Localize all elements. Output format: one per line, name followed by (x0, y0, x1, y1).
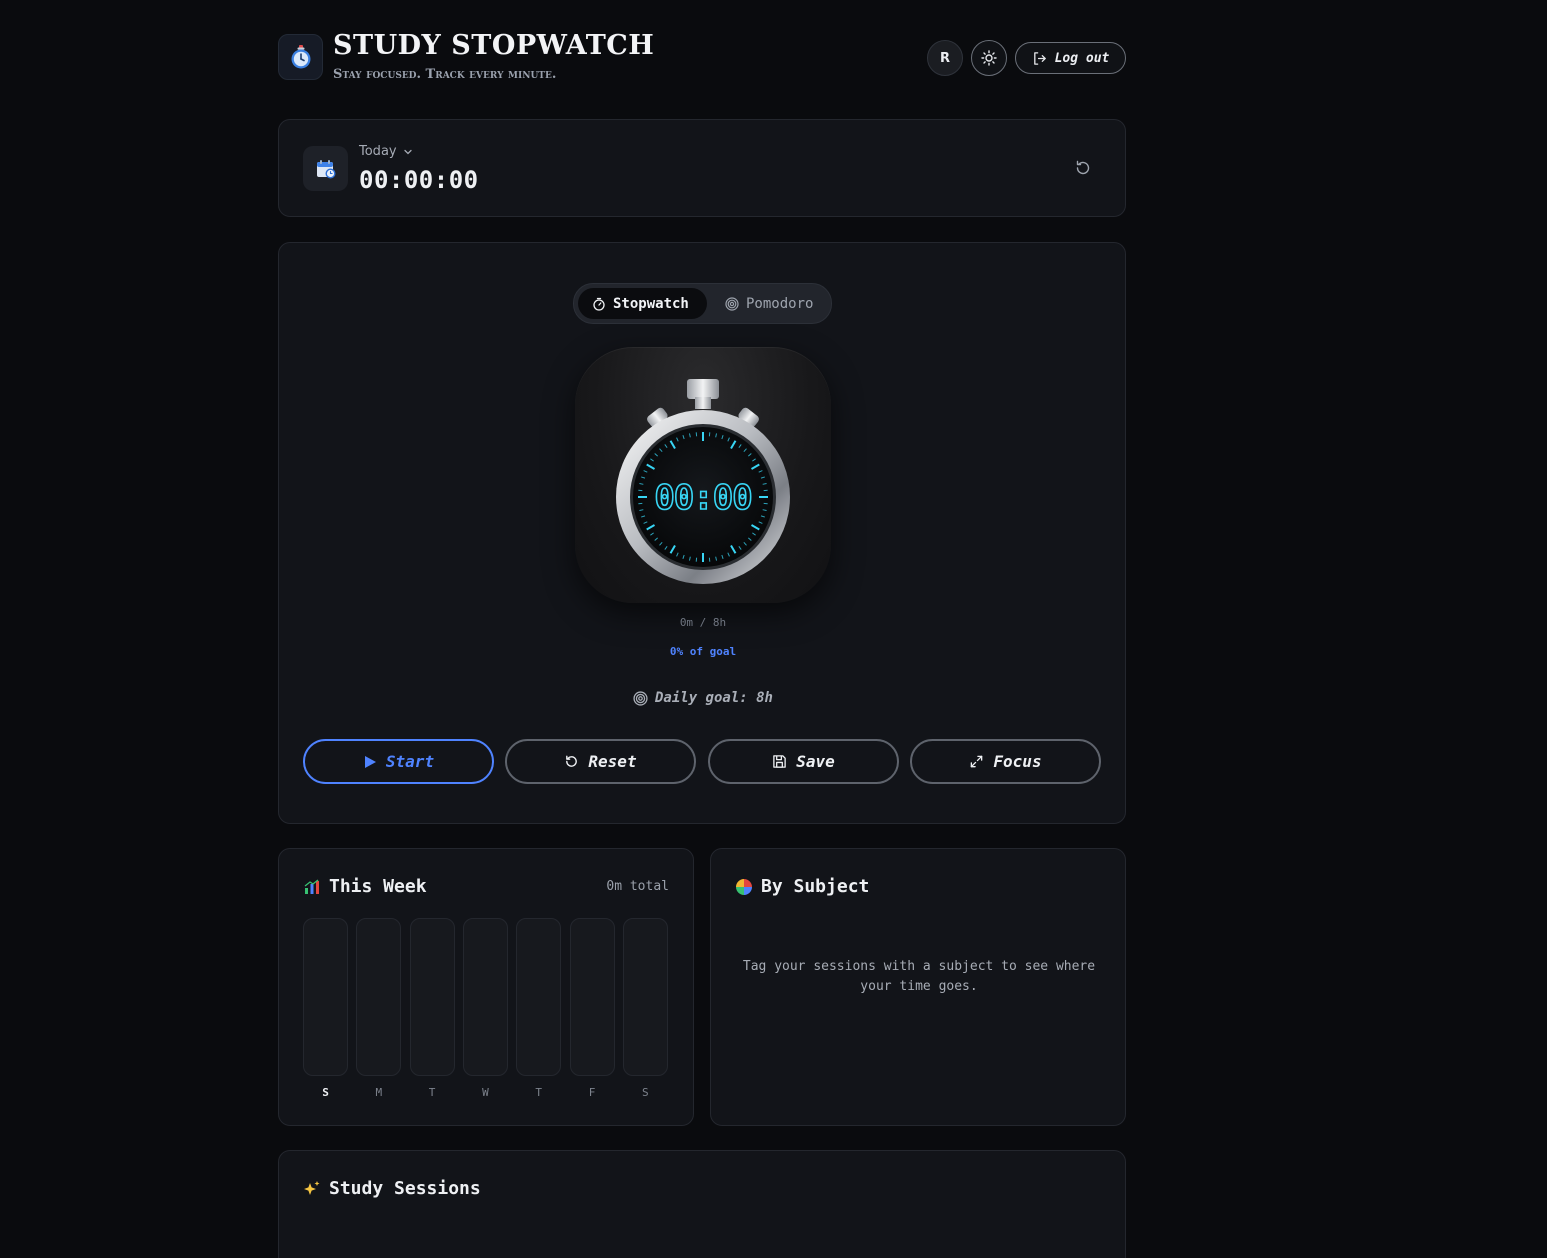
today-total-time: 00:00:00 (359, 166, 479, 194)
weekly-chart-card: This Week 0m total S M T W T F S (278, 848, 694, 1126)
bar-chart-icon (304, 878, 319, 894)
daily-goal-label: Daily goal: 8h (654, 690, 773, 706)
app-subtitle: Stay focused. Track every minute. (333, 67, 557, 82)
week-bar (516, 918, 562, 1076)
goal-progress-text: 0m / 8h (679, 616, 727, 629)
save-button[interactable]: Save (708, 739, 899, 784)
daily-goal-button[interactable]: Daily goal: 8h (279, 690, 1127, 706)
goal-percent-text: 0% of goal (669, 645, 737, 658)
reset-label: Reset (588, 752, 637, 771)
day-label: F (588, 1086, 596, 1099)
week-bar (356, 918, 402, 1076)
user-avatar[interactable]: R (927, 40, 963, 76)
sparkles-icon (304, 1180, 320, 1195)
day-label: M (375, 1086, 383, 1099)
week-bar (303, 918, 348, 1076)
week-bar (622, 918, 668, 1076)
subject-empty-message: Tag your sessions with a subject to see … (742, 959, 1096, 994)
tab-pomodoro-label: Pomodoro (746, 295, 814, 312)
stopwatch-icon (593, 297, 605, 311)
day-label: T (535, 1086, 542, 1099)
tab-stopwatch[interactable]: Stopwatch (578, 288, 707, 319)
expand-icon (971, 755, 983, 768)
tab-pomodoro[interactable]: Pomodoro (711, 288, 829, 319)
play-icon (364, 755, 376, 768)
subject-title-label: By Subject (761, 876, 870, 897)
week-title: This Week (303, 876, 427, 897)
pie-chart-icon (736, 878, 752, 895)
target-icon (633, 690, 648, 706)
refresh-icon[interactable] (1074, 159, 1092, 177)
app-header: STUDY STOPWATCH Stay focused. Track ever… (278, 30, 1126, 90)
app-title: STUDY STOPWATCH (333, 30, 655, 61)
logout-button[interactable]: Log out (1015, 42, 1126, 74)
stopwatch-digits: 00:00 (654, 478, 751, 518)
mode-toggle: Stopwatch Pomodoro (573, 283, 832, 324)
save-label: Save (796, 752, 835, 771)
focus-button[interactable]: Focus (910, 739, 1101, 784)
calendar-icon (303, 146, 348, 191)
study-sessions-card: Study Sessions (278, 1150, 1126, 1258)
subject-title: By Subject (735, 876, 869, 897)
day-label: S (641, 1086, 649, 1099)
period-label: Today (359, 144, 397, 159)
start-label: Start (385, 752, 435, 771)
sessions-title-label: Study Sessions (329, 1178, 481, 1199)
reset-icon (566, 755, 578, 767)
week-title-label: This Week (329, 876, 427, 897)
stopwatch-logo-icon (278, 34, 323, 80)
theme-toggle-button[interactable] (971, 40, 1007, 76)
stopwatch-graphic: 00:00 (616, 379, 790, 584)
week-total: 0m total (606, 879, 669, 894)
day-label: T (428, 1086, 436, 1099)
day-label: W (482, 1086, 489, 1099)
save-icon (773, 755, 787, 768)
start-button[interactable]: Start (303, 739, 494, 784)
sun-icon (981, 50, 997, 66)
logout-label: Log out (1054, 50, 1110, 66)
week-bar (409, 918, 455, 1076)
week-bar (462, 918, 508, 1076)
week-bar (569, 918, 615, 1076)
tab-stopwatch-label: Stopwatch (613, 295, 689, 312)
sessions-title: Study Sessions (303, 1178, 481, 1199)
reset-button[interactable]: Reset (505, 739, 696, 784)
timer-card: Stopwatch Pomodoro 00:00 0m / 8h 0% of g… (278, 242, 1126, 824)
day-label: S (322, 1086, 329, 1099)
focus-label: Focus (993, 752, 1042, 771)
stopwatch-dial: 00:00 (575, 347, 831, 603)
chevron-down-icon (403, 149, 412, 154)
period-selector[interactable]: Today (359, 144, 413, 159)
logout-icon (1033, 51, 1046, 65)
today-summary-card: Today 00:00:00 (278, 119, 1126, 217)
subject-breakdown-card: By Subject Tag your sessions with a subj… (710, 848, 1126, 1126)
target-icon (725, 296, 739, 311)
